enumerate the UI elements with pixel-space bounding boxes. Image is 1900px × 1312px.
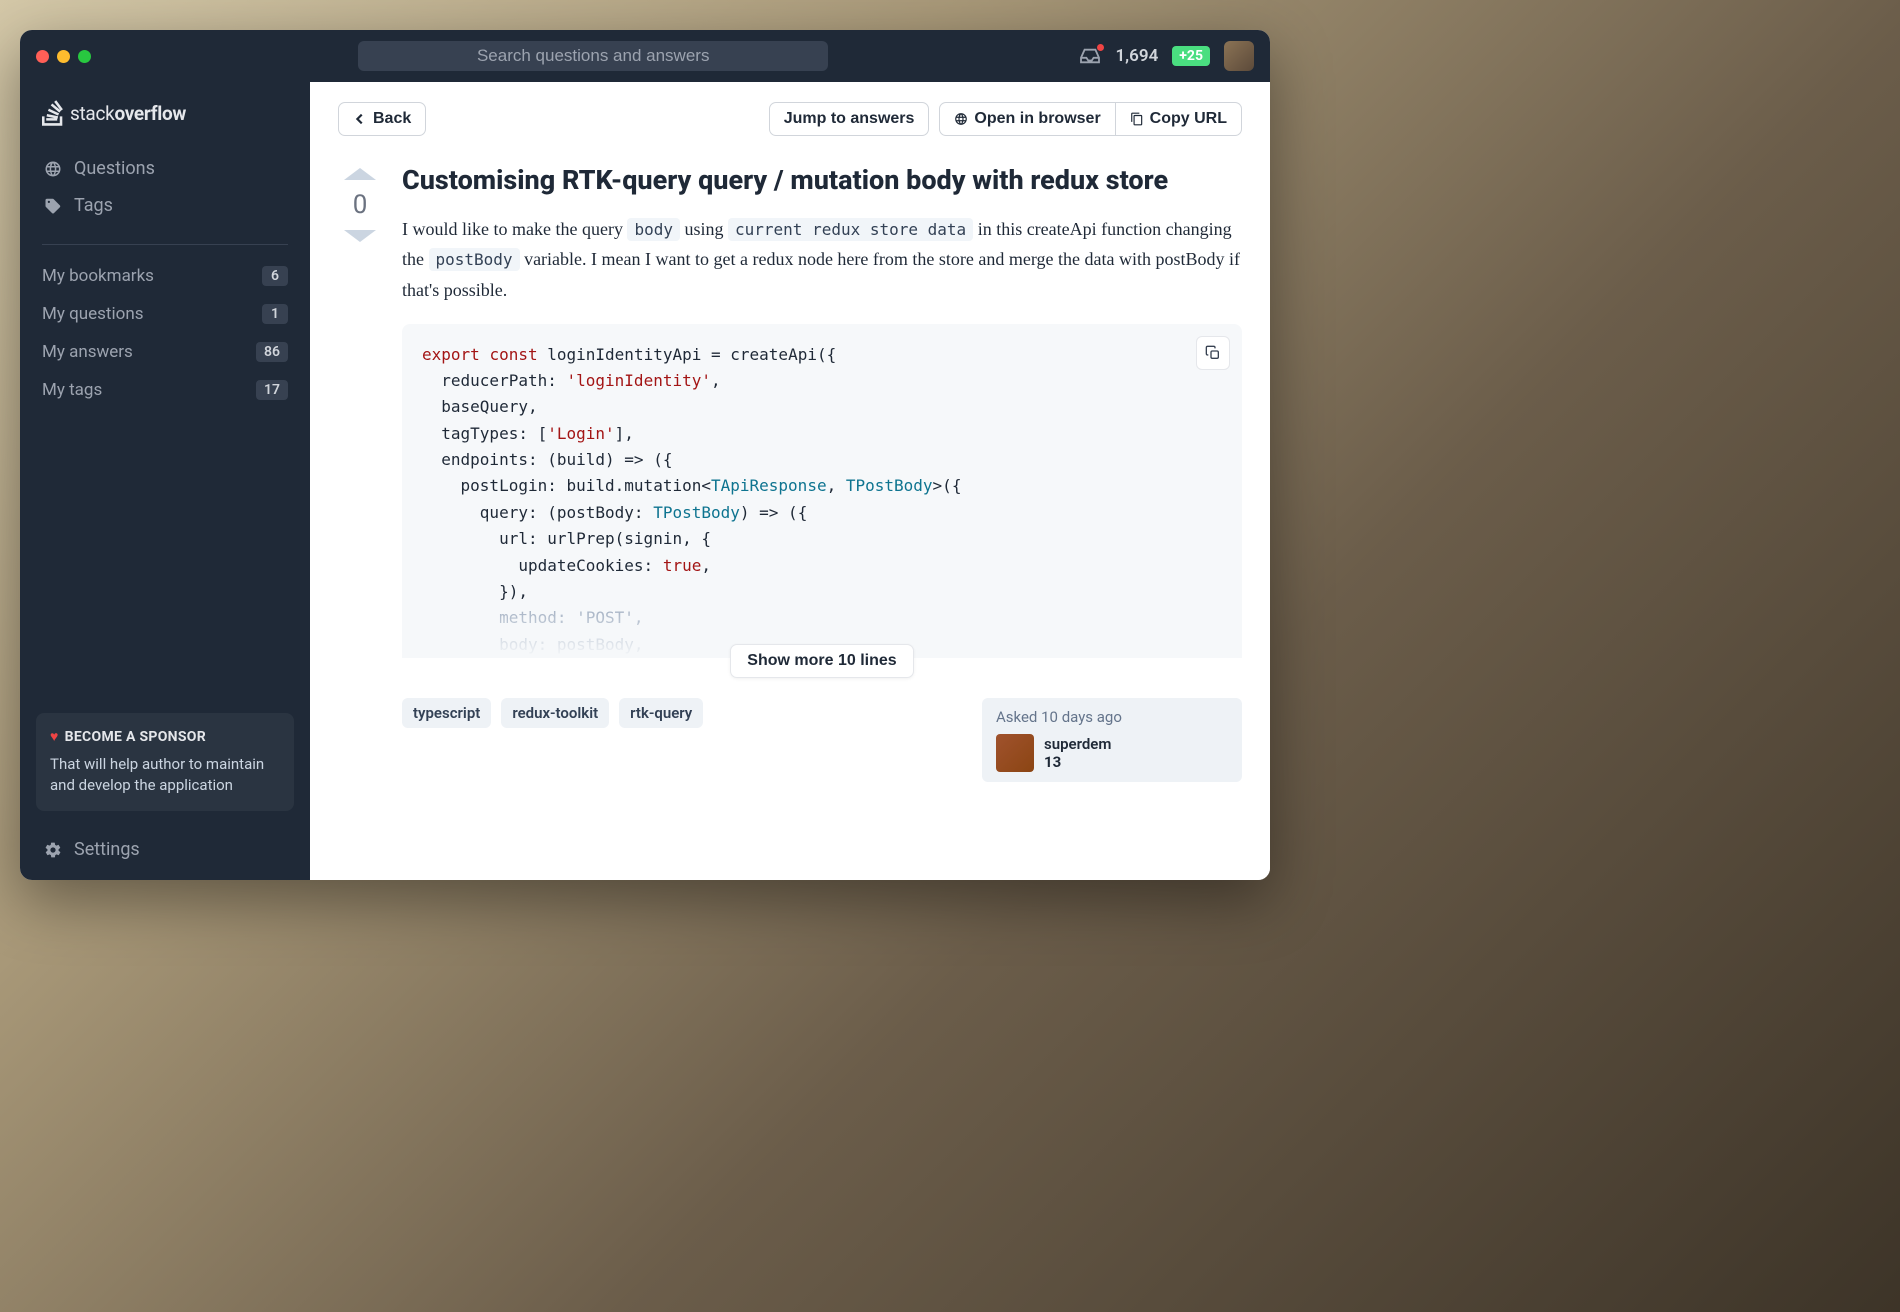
upvote-button[interactable]: [344, 168, 376, 180]
toolbar: Back Jump to answers Open in browser Cop…: [338, 102, 1242, 136]
traffic-lights: [36, 50, 91, 63]
copy-icon: [1205, 345, 1221, 361]
user-avatar[interactable]: [1224, 41, 1254, 71]
question: 0 Customising RTK-query query / mutation…: [338, 164, 1242, 782]
show-more-button[interactable]: Show more 10 lines: [730, 644, 913, 678]
maximize-window-button[interactable]: [78, 50, 91, 63]
stackoverflow-icon: [42, 100, 64, 126]
copy-label: Copy URL: [1150, 110, 1227, 128]
inline-code: postBody: [429, 248, 520, 271]
nav-my-questions[interactable]: My questions 1: [20, 295, 310, 333]
count-badge: 6: [262, 266, 288, 286]
tag[interactable]: rtk-query: [619, 698, 703, 728]
sponsor-body: That will help author to maintain and de…: [50, 754, 280, 798]
question-title: Customising RTK-query query / mutation b…: [402, 164, 1242, 198]
globe-icon: [954, 112, 968, 126]
logo-text-prefix: stack: [70, 102, 114, 125]
app-window: 1,694 +25 stackoverflow Questions Tags: [20, 30, 1270, 880]
question-footer: typescript redux-toolkit rtk-query Asked…: [402, 698, 1242, 782]
nav-my-bookmarks[interactable]: My bookmarks 6: [20, 257, 310, 295]
minimize-window-button[interactable]: [57, 50, 70, 63]
gear-icon: [44, 841, 62, 859]
main-content: Back Jump to answers Open in browser Cop…: [310, 82, 1270, 880]
chevron-left-icon: [353, 112, 367, 126]
author-name[interactable]: superdem: [1044, 735, 1111, 753]
inline-code: body: [627, 218, 680, 241]
copy-code-button[interactable]: [1196, 336, 1230, 370]
vote-column: 0: [338, 164, 382, 782]
inline-code: current redux store data: [728, 218, 973, 241]
body-text: variable. I mean I want to get a redux n…: [402, 249, 1240, 300]
search-input[interactable]: [358, 41, 828, 71]
nav-settings[interactable]: Settings: [20, 827, 310, 864]
app-logo: stackoverflow: [20, 100, 310, 142]
notification-dot: [1097, 44, 1104, 51]
globe-icon: [44, 160, 62, 178]
downvote-button[interactable]: [344, 230, 376, 242]
heart-icon: ♥: [50, 727, 59, 747]
nav-label: My bookmarks: [42, 266, 154, 286]
copy-icon: [1130, 112, 1144, 126]
back-button[interactable]: Back: [338, 102, 426, 136]
nav-tags-label: Tags: [74, 195, 113, 216]
copy-url-button[interactable]: Copy URL: [1116, 102, 1242, 136]
sponsor-card[interactable]: ♥ BECOME A SPONSOR That will help author…: [36, 713, 294, 811]
author-avatar[interactable]: [996, 734, 1034, 772]
reputation-delta-badge: +25: [1172, 46, 1210, 66]
jump-label: Jump to answers: [784, 110, 915, 128]
settings-label: Settings: [74, 839, 140, 860]
body-text: using: [680, 219, 728, 239]
nav-questions-label: Questions: [74, 158, 155, 179]
sidebar: stackoverflow Questions Tags My bookmark…: [20, 82, 310, 880]
asked-timestamp: Asked 10 days ago: [996, 708, 1228, 726]
inbox-icon[interactable]: [1079, 47, 1101, 65]
reputation-score: 1,694: [1115, 46, 1158, 66]
author-reputation: 13: [1044, 753, 1111, 771]
button-group: Open in browser Copy URL: [939, 102, 1242, 136]
nav-my-answers[interactable]: My answers 86: [20, 333, 310, 371]
tag[interactable]: typescript: [402, 698, 491, 728]
titlebar: 1,694 +25: [20, 30, 1270, 82]
body-text: I would like to make the query: [402, 219, 627, 239]
author-card: Asked 10 days ago superdem 13: [982, 698, 1242, 782]
nav-questions[interactable]: Questions: [32, 150, 298, 187]
back-label: Back: [373, 110, 411, 128]
tag[interactable]: redux-toolkit: [501, 698, 609, 728]
logo-text-bold: overflow: [114, 102, 186, 125]
jump-to-answers-button[interactable]: Jump to answers: [769, 102, 930, 136]
sidebar-divider: [42, 244, 288, 245]
nav-label: My tags: [42, 380, 102, 400]
nav-my-tags[interactable]: My tags 17: [20, 371, 310, 409]
sponsor-title: BECOME A SPONSOR: [65, 727, 206, 747]
vote-score: 0: [353, 184, 368, 226]
code-block: export const loginIdentityApi = createAp…: [402, 324, 1242, 659]
count-badge: 1: [262, 304, 288, 324]
open-label: Open in browser: [974, 110, 1100, 128]
nav-label: My questions: [42, 304, 143, 324]
count-badge: 86: [256, 342, 288, 362]
question-body: I would like to make the query body usin…: [402, 214, 1242, 306]
count-badge: 17: [256, 380, 288, 400]
nav-label: My answers: [42, 342, 133, 362]
close-window-button[interactable]: [36, 50, 49, 63]
nav-tags[interactable]: Tags: [32, 187, 298, 224]
tag-icon: [44, 197, 62, 215]
open-in-browser-button[interactable]: Open in browser: [939, 102, 1115, 136]
